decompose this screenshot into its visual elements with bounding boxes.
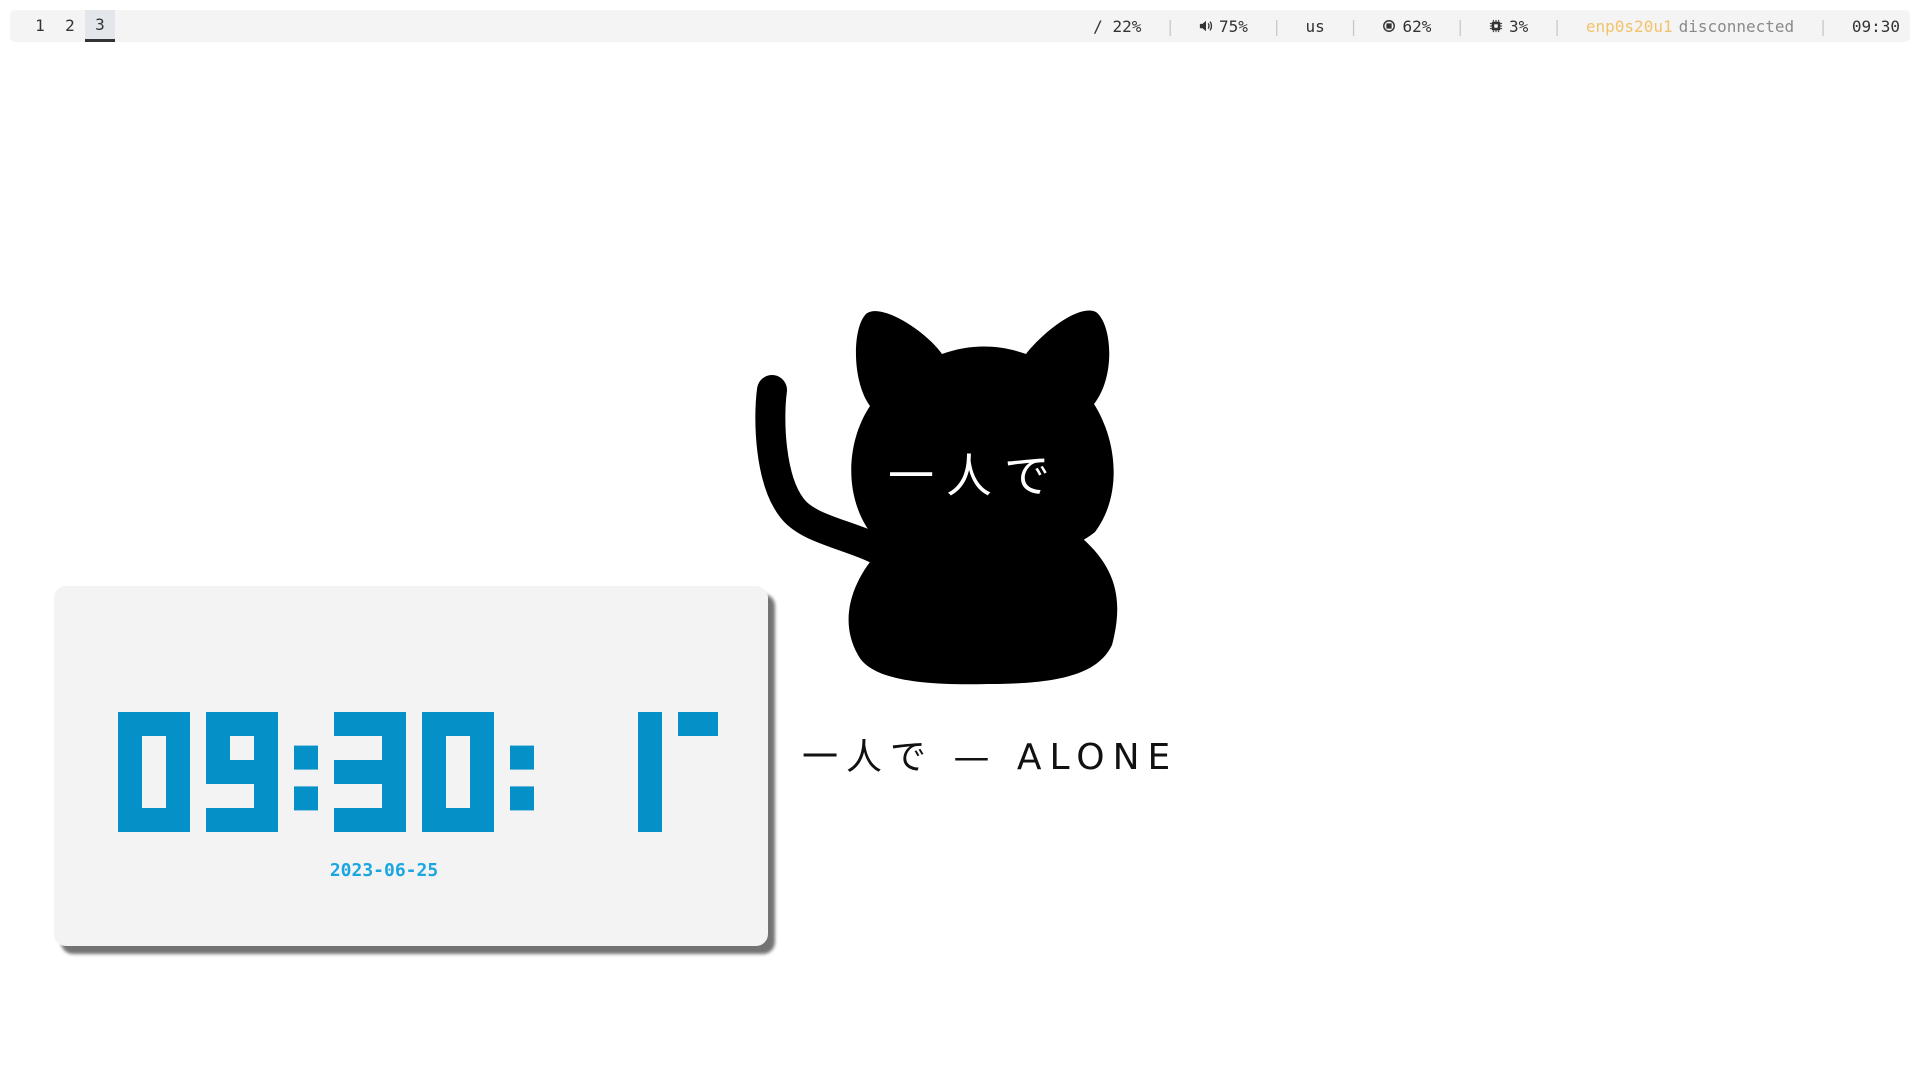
clock-digit bbox=[118, 712, 190, 832]
memory-usage: 62% bbox=[1402, 16, 1432, 36]
desktop: 1 2 3 / 22% | 75% | us | 62% | 3% | enp0… bbox=[0, 0, 1920, 1080]
clock-time bbox=[118, 712, 718, 832]
clock-digit-segment bbox=[638, 760, 662, 832]
clock-widget: 2023-06-25 bbox=[54, 586, 768, 946]
workspace-list: 1 2 3 bbox=[25, 10, 115, 42]
module-separator: | bbox=[1818, 16, 1828, 36]
workspace-button-1[interactable]: 1 bbox=[25, 10, 55, 42]
volume-level: 75% bbox=[1218, 16, 1248, 36]
disk-usage[interactable]: / 22% bbox=[1093, 17, 1141, 36]
cpu-module[interactable]: 3% bbox=[1489, 17, 1528, 36]
clock-digit-segment bbox=[206, 808, 278, 832]
keyboard-layout[interactable]: us bbox=[1306, 17, 1325, 36]
volume-module[interactable]: 75% bbox=[1199, 17, 1248, 36]
clock-digit-segment bbox=[678, 712, 718, 736]
bar-clock[interactable]: 09:30 bbox=[1852, 17, 1900, 36]
cpu-usage: 3% bbox=[1508, 16, 1529, 36]
clock-colon-dot bbox=[510, 786, 534, 811]
cpu-icon bbox=[1489, 19, 1503, 33]
network-interface: enp0s20u1 bbox=[1585, 16, 1673, 36]
clock-colon-dot bbox=[294, 786, 318, 811]
memory-icon bbox=[1383, 20, 1396, 32]
clock-digit bbox=[422, 712, 494, 832]
workspace-button-2[interactable]: 2 bbox=[55, 10, 85, 42]
module-separator: | bbox=[1455, 16, 1465, 36]
speaker-icon bbox=[1199, 20, 1213, 32]
clock-digit-segment bbox=[206, 760, 278, 784]
workspace-button-3[interactable]: 3 bbox=[85, 10, 115, 42]
module-separator: | bbox=[1348, 16, 1359, 36]
clock-colon-dot bbox=[510, 745, 534, 770]
clock-colon-dot bbox=[294, 745, 318, 770]
clock-date: 2023-06-25 bbox=[329, 860, 439, 881]
clock-digit bbox=[678, 712, 718, 736]
network-state: disconnected bbox=[1678, 16, 1795, 36]
module-separator: | bbox=[1165, 16, 1175, 36]
clock-digit-segment bbox=[422, 712, 446, 784]
network-module[interactable]: enp0s20u1 disconnected bbox=[1586, 17, 1794, 36]
status-bar: 1 2 3 / 22% | 75% | us | 62% | 3% | enp0… bbox=[10, 10, 1910, 42]
clock-digit bbox=[334, 712, 406, 832]
wallpaper-tagline: 一人で — ALONE bbox=[802, 737, 1179, 778]
status-modules: / 22% | 75% | us | 62% | 3% | enp0s20u1 … bbox=[1093, 10, 1900, 42]
module-separator: | bbox=[1271, 16, 1282, 36]
clock-digit bbox=[206, 712, 278, 832]
module-separator: | bbox=[1552, 16, 1562, 36]
cat-face-text: 一人で bbox=[888, 449, 1062, 503]
clock-digit-segment bbox=[118, 712, 142, 784]
memory-module[interactable]: 62% bbox=[1382, 17, 1431, 36]
clock-digit bbox=[638, 712, 662, 832]
clock-digit-segment bbox=[334, 808, 406, 832]
